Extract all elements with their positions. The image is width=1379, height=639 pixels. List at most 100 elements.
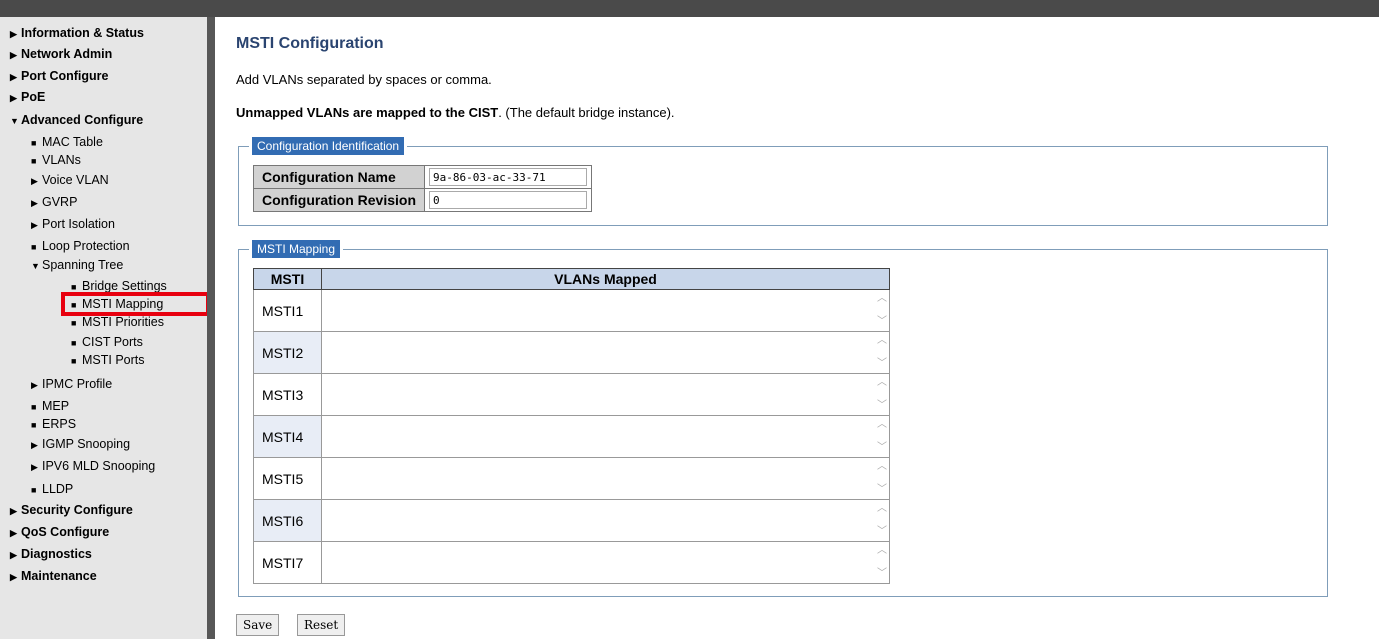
sidebar-item-qos-configure[interactable]: ▶ QoS Configure	[10, 525, 109, 539]
bullet-icon: ■	[71, 318, 77, 328]
scroll-down-icon[interactable]: ﹀	[877, 317, 887, 327]
sidebar-item-mac-table[interactable]: ■ MAC Table	[31, 135, 103, 149]
sidebar-item-voice-vlan[interactable]: ▶ Voice VLAN	[31, 173, 109, 187]
vlans-textarea[interactable]: ︿ ﹀	[321, 331, 890, 374]
sidebar-item-label: Spanning Tree	[42, 258, 124, 272]
expand-arrow-icon: ▶	[31, 220, 38, 230]
expand-arrow-icon: ▶	[31, 380, 38, 390]
scroll-down-icon[interactable]: ﹀	[877, 569, 887, 579]
expand-arrow-icon: ▶	[10, 29, 17, 39]
sidebar-item-poe[interactable]: ▶ PoE	[10, 90, 45, 104]
sidebar-item-maintenance[interactable]: ▶ Maintenance	[10, 569, 97, 583]
sidebar-item-gvrp[interactable]: ▶ GVRP	[31, 195, 77, 209]
scroll-down-icon[interactable]: ﹀	[877, 443, 887, 453]
vlans-textarea[interactable]: ︿ ﹀	[321, 457, 890, 500]
sidebar-item-erps[interactable]: ■ ERPS	[31, 417, 76, 431]
bullet-icon: ■	[31, 138, 37, 148]
scroll-up-icon[interactable]: ︿	[877, 546, 887, 556]
sidebar-item-port-isolation[interactable]: ▶ Port Isolation	[31, 217, 115, 231]
sidebar-item-loop-protection[interactable]: ■ Loop Protection	[31, 239, 130, 253]
sidebar-item-network-admin[interactable]: ▶ Network Admin	[10, 47, 112, 61]
sidebar-item-label: Bridge Settings	[82, 279, 167, 293]
sidebar-item-mep[interactable]: ■ MEP	[31, 399, 69, 413]
scroll-up-icon[interactable]: ︿	[877, 294, 887, 304]
sidebar-item-label: Security Configure	[21, 503, 133, 517]
vlans-textarea[interactable]: ︿ ﹀	[321, 499, 890, 542]
scroll-up-icon[interactable]: ︿	[877, 420, 887, 430]
sidebar-item-bridge-settings[interactable]: ■ Bridge Settings	[71, 279, 167, 293]
sidebar-item-label: Network Admin	[21, 47, 113, 61]
vlans-textarea[interactable]: ︿ ﹀	[321, 541, 890, 584]
vlans-textarea[interactable]: ︿ ﹀	[321, 373, 890, 416]
sidebar-item-msti-ports[interactable]: ■ MSTI Ports	[71, 353, 145, 367]
sidebar-item-ipv6-mld-snooping[interactable]: ▶ IPV6 MLD Snooping	[31, 459, 155, 473]
sidebar-item-diagnostics[interactable]: ▶ Diagnostics	[10, 547, 92, 561]
sidebar-item-vlans[interactable]: ■ VLANs	[31, 153, 81, 167]
sidebar-item-label: PoE	[21, 90, 46, 104]
textarea-box[interactable]: ︿ ﹀	[322, 374, 889, 415]
sidebar-item-cist-ports[interactable]: ■ CIST Ports	[71, 335, 143, 349]
sidebar-item-spanning-tree[interactable]: ▼ Spanning Tree	[31, 258, 123, 272]
sidebar-item-label: IPMC Profile	[42, 377, 113, 391]
bullet-icon: ■	[71, 282, 77, 292]
sidebar-item-label: Information & Status	[21, 26, 144, 40]
config-id-table: Configuration Name Configuration Revisio…	[253, 165, 592, 212]
config-revision-input[interactable]	[429, 191, 587, 209]
config-revision-label: Configuration Revision	[253, 188, 425, 212]
config-name-input[interactable]	[429, 168, 587, 186]
sidebar-item-label: CIST Ports	[82, 335, 143, 349]
expand-arrow-icon: ▶	[10, 72, 17, 82]
sidebar-divider[interactable]	[207, 17, 215, 639]
sidebar-item-information-status[interactable]: ▶ Information & Status	[10, 26, 144, 40]
sidebar-item-label: MEP	[42, 399, 70, 413]
sidebar-item-ipmc-profile[interactable]: ▶ IPMC Profile	[31, 377, 112, 391]
main-content: MSTI Configuration Add VLANs separated b…	[215, 17, 1379, 639]
sidebar-item-port-configure[interactable]: ▶ Port Configure	[10, 69, 109, 83]
textarea-box[interactable]: ︿ ﹀	[322, 542, 889, 583]
panel-legend: Configuration Identification	[249, 137, 408, 155]
textarea-box[interactable]: ︿ ﹀	[322, 500, 889, 541]
reset-button[interactable]: Reset	[297, 614, 346, 636]
msti-label: MSTI6	[253, 499, 322, 542]
cist-note-rest: . (The default bridge instance).	[498, 105, 675, 120]
textarea-box[interactable]: ︿ ﹀	[322, 416, 889, 457]
scroll-down-icon[interactable]: ﹀	[877, 359, 887, 369]
table-row: MSTI4 ︿ ﹀	[253, 415, 890, 458]
bullet-icon: ■	[31, 420, 37, 430]
scroll-up-icon[interactable]: ︿	[877, 462, 887, 472]
config-name-row: Configuration Name	[253, 165, 592, 189]
page-title: MSTI Configuration	[236, 35, 384, 52]
scroll-up-icon[interactable]: ︿	[877, 504, 887, 514]
textarea-box[interactable]: ︿ ﹀	[322, 458, 889, 499]
msti-label: MSTI3	[253, 373, 322, 416]
sidebar-item-label: Port Isolation	[42, 217, 115, 231]
save-button[interactable]: Save	[236, 614, 280, 636]
sidebar-item-advanced-configure[interactable]: ▼ Advanced Configure	[10, 113, 143, 127]
cist-note: Unmapped VLANs are mapped to the CIST. (…	[236, 105, 675, 120]
cist-note-bold: Unmapped VLANs are mapped to the CIST	[236, 105, 499, 120]
sidebar-item-msti-priorities[interactable]: ■ MSTI Priorities	[71, 315, 164, 329]
table-header-row: MSTI VLANs Mapped	[253, 268, 890, 290]
textarea-box[interactable]: ︿ ﹀	[322, 332, 889, 373]
msti-mapping-panel: MSTI Mapping MSTI VLANs Mapped MSTI1 ︿ ﹀ M…	[238, 240, 1328, 597]
msti-mapping-table: MSTI VLANs Mapped MSTI1 ︿ ﹀ MSTI2 ︿ ﹀ MSTI3 ︿…	[253, 268, 890, 584]
table-row: MSTI6 ︿ ﹀	[253, 499, 890, 542]
vlans-textarea[interactable]: ︿ ﹀	[321, 289, 890, 332]
vlans-textarea[interactable]: ︿ ﹀	[321, 415, 890, 458]
sidebar-item-lldp[interactable]: ■ LLDP	[31, 482, 73, 496]
scroll-down-icon[interactable]: ﹀	[877, 401, 887, 411]
bullet-icon: ■	[31, 485, 37, 495]
vlans-mapped-column-header: VLANs Mapped	[321, 268, 890, 290]
scroll-up-icon[interactable]: ︿	[877, 378, 887, 388]
scroll-up-icon[interactable]: ︿	[877, 336, 887, 346]
textarea-box[interactable]: ︿ ﹀	[322, 290, 889, 331]
scroll-down-icon[interactable]: ﹀	[877, 485, 887, 495]
sidebar-item-label: IGMP Snooping	[42, 437, 131, 451]
expand-arrow-icon: ▶	[31, 176, 38, 186]
sidebar-item-igmp-snooping[interactable]: ▶ IGMP Snooping	[31, 437, 130, 451]
sidebar-item-security-configure[interactable]: ▶ Security Configure	[10, 503, 133, 517]
scroll-down-icon[interactable]: ﹀	[877, 527, 887, 537]
config-name-cell	[424, 165, 592, 189]
sidebar-item-label: Port Configure	[21, 69, 109, 83]
config-revision-cell	[424, 188, 592, 212]
